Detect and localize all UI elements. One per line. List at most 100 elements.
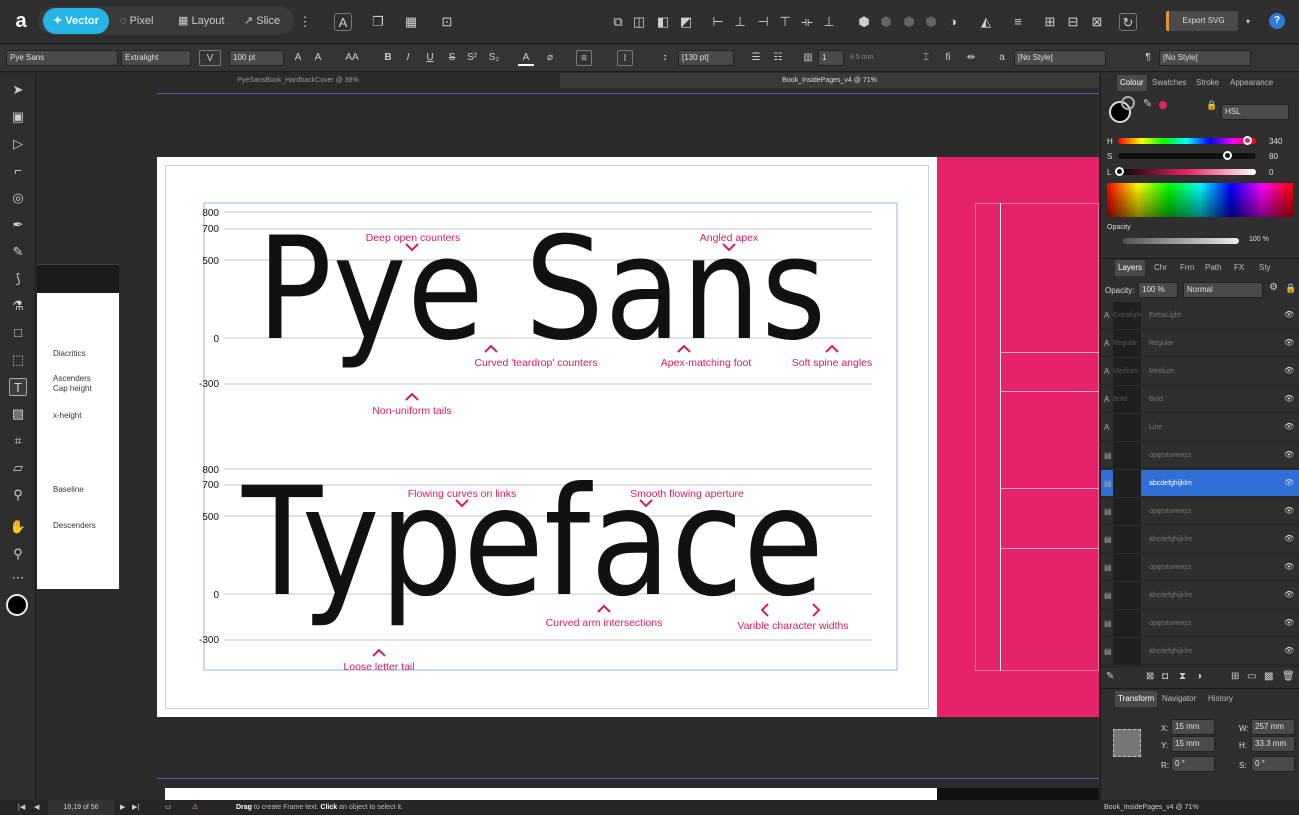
- ruler-tool-icon[interactable]: ▱: [9, 459, 27, 477]
- grid-icon[interactable]: ▦: [402, 13, 420, 31]
- w-field[interactable]: 257 mm: [1251, 719, 1295, 735]
- tab-frm[interactable]: Frm: [1177, 260, 1197, 276]
- persona-pixel[interactable]: ◌ Pixel: [110, 8, 163, 34]
- shape-tool-icon[interactable]: ⬚: [9, 351, 27, 369]
- layer-name[interactable]: abcdefghijklm: [1149, 592, 1192, 599]
- align-bottom-icon[interactable]: ⊥: [820, 13, 838, 31]
- layer-name[interactable]: Bold: [1149, 396, 1163, 403]
- page-indicator[interactable]: 18,19 of 56: [48, 800, 114, 815]
- visibility-icon[interactable]: 👁: [1284, 478, 1294, 487]
- layer-name[interactable]: opqrstuvwxyz: [1149, 508, 1191, 515]
- layer-name[interactable]: abcdefghijklm: [1149, 536, 1192, 543]
- more-icon[interactable]: ⋮: [296, 13, 314, 31]
- app-logo[interactable]: a: [10, 10, 32, 32]
- tab-transform[interactable]: Transform: [1115, 691, 1158, 707]
- last-page-icon[interactable]: ▶|: [132, 800, 139, 815]
- layer-name[interactable]: abcdefghijklm: [1149, 480, 1192, 487]
- columns-icon[interactable]: ▥: [800, 50, 816, 66]
- tab-layers[interactable]: Layers: [1115, 260, 1146, 276]
- persona-slice[interactable]: ↗ Slice: [234, 8, 290, 34]
- specimen-word-typeface[interactable]: Typeface: [241, 456, 824, 630]
- canvas[interactable]: Diacritics Ascenders Cap height x-height…: [37, 88, 1099, 800]
- folder-icon[interactable]: ▭: [1247, 671, 1256, 682]
- layer-name[interactable]: Line: [1149, 424, 1162, 431]
- layer-opacity-field[interactable]: 100 %: [1138, 282, 1178, 298]
- leading-field[interactable]: [130 pt]: [678, 50, 734, 66]
- layer-name[interactable]: opqrstuvwxyz: [1149, 620, 1191, 627]
- arrange-front-icon[interactable]: ◫: [630, 13, 648, 31]
- fill-tool-icon[interactable]: ⚗: [9, 297, 27, 315]
- layer-name[interactable]: opqrstuvwxyz: [1149, 564, 1191, 571]
- visibility-icon[interactable]: 👁: [1284, 590, 1294, 599]
- tab-stroke[interactable]: Stroke: [1193, 75, 1222, 91]
- snap-icon[interactable]: ⊡: [438, 13, 456, 31]
- increase-size-icon[interactable]: A: [290, 50, 306, 66]
- more-tools-icon[interactable]: ⋯: [9, 569, 27, 587]
- boolean-add-icon[interactable]: ⬢: [855, 13, 873, 31]
- stroke-colour-well[interactable]: [1121, 96, 1135, 110]
- bullet-list-icon[interactable]: ☰: [748, 50, 764, 66]
- blend-mode-select[interactable]: Normal: [1183, 282, 1263, 298]
- persona-vector[interactable]: ✦ Vector: [43, 8, 109, 34]
- italic-icon[interactable]: I: [400, 50, 416, 66]
- columns-field[interactable]: 1: [818, 50, 844, 66]
- strikethrough-icon[interactable]: S: [444, 50, 460, 66]
- l-slider[interactable]: [1118, 169, 1256, 175]
- image-tool-icon[interactable]: ▨: [9, 405, 27, 423]
- next-page-icon[interactable]: ▶: [120, 800, 125, 815]
- layer-row[interactable]: A Bold Bold 👁: [1101, 386, 1299, 413]
- visibility-icon[interactable]: 👁: [1284, 422, 1294, 431]
- tab-colour[interactable]: Colour: [1117, 75, 1147, 91]
- subscript-icon[interactable]: S₂: [486, 50, 502, 66]
- rectangle-tool-icon[interactable]: □: [9, 324, 27, 342]
- text-colour-icon[interactable]: A: [518, 50, 534, 66]
- h-slider[interactable]: [1118, 138, 1256, 144]
- type-specimen[interactable]: 800 700 500 0 -300 800 700 500 0 -300 Py…: [157, 157, 937, 717]
- move-tool-icon[interactable]: ➤: [9, 81, 27, 99]
- layer-name[interactable]: Regular: [1149, 340, 1174, 347]
- layer-name[interactable]: ExtraLight: [1149, 312, 1181, 319]
- visibility-icon[interactable]: 👁: [1284, 366, 1294, 375]
- layer-row[interactable]: ▤ abcdefghijklm 👁: [1101, 582, 1299, 609]
- underline-icon[interactable]: U: [422, 50, 438, 66]
- trash-icon[interactable]: 🗑: [1282, 671, 1295, 682]
- layer-name[interactable]: abcdefghijklm: [1149, 648, 1192, 655]
- mask-icon[interactable]: ⊠: [1146, 671, 1154, 682]
- fill-stroke-swatch[interactable]: [6, 594, 28, 616]
- text-frame-icon[interactable]: A: [334, 13, 352, 31]
- reflect-icon[interactable]: ⊟: [1064, 13, 1082, 31]
- tab-sty[interactable]: Sty: [1256, 260, 1274, 276]
- y-field[interactable]: 15 mm: [1171, 736, 1215, 752]
- visibility-icon[interactable]: 👁: [1284, 450, 1294, 459]
- colour-model-select[interactable]: HSL: [1221, 104, 1289, 120]
- opacity-value[interactable]: 100 %: [1249, 236, 1269, 243]
- corner-tool-icon[interactable]: ⌐: [9, 162, 27, 180]
- visibility-icon[interactable]: 👁: [1284, 562, 1294, 571]
- visibility-icon[interactable]: 👁: [1284, 506, 1294, 515]
- opacity-slider[interactable]: [1123, 238, 1239, 244]
- rotate-icon[interactable]: ⊠: [1088, 13, 1106, 31]
- tab-chr[interactable]: Chr: [1151, 260, 1170, 276]
- tab-path[interactable]: Path: [1202, 260, 1224, 276]
- arrange-icon[interactable]: ◩: [677, 13, 695, 31]
- visibility-icon[interactable]: 👁: [1284, 618, 1294, 627]
- layer-row[interactable]: ▤ opqrstuvwxyz 👁: [1101, 498, 1299, 525]
- point-transform-icon[interactable]: ◎: [9, 189, 27, 207]
- pencil-tool-icon[interactable]: ✎: [9, 243, 27, 261]
- filter-icon[interactable]: ⧗: [1179, 671, 1186, 682]
- order-icon[interactable]: ≡: [1009, 13, 1027, 31]
- zoom-tool-icon[interactable]: ⚲: [9, 545, 27, 563]
- layer-row[interactable]: A Regular Regular 👁: [1101, 330, 1299, 357]
- layer-row[interactable]: A Medium Medium 👁: [1101, 358, 1299, 385]
- visibility-icon[interactable]: 👁: [1284, 394, 1294, 403]
- superscript-icon[interactable]: S²: [464, 50, 480, 66]
- layer-row[interactable]: ▤ abcdefghijklm 👁: [1101, 526, 1299, 553]
- align-center-icon[interactable]: ⊥: [731, 13, 749, 31]
- tab-navigator[interactable]: Navigator: [1159, 691, 1199, 707]
- colour-spectrum[interactable]: [1107, 183, 1293, 217]
- tab-appearance[interactable]: Appearance: [1227, 75, 1276, 91]
- arrange-back-icon[interactable]: ◧: [654, 13, 672, 31]
- visibility-icon[interactable]: 👁: [1284, 534, 1294, 543]
- insert-icon[interactable]: ⧉: [609, 13, 627, 31]
- font-weight-field[interactable]: Extralight: [121, 50, 191, 66]
